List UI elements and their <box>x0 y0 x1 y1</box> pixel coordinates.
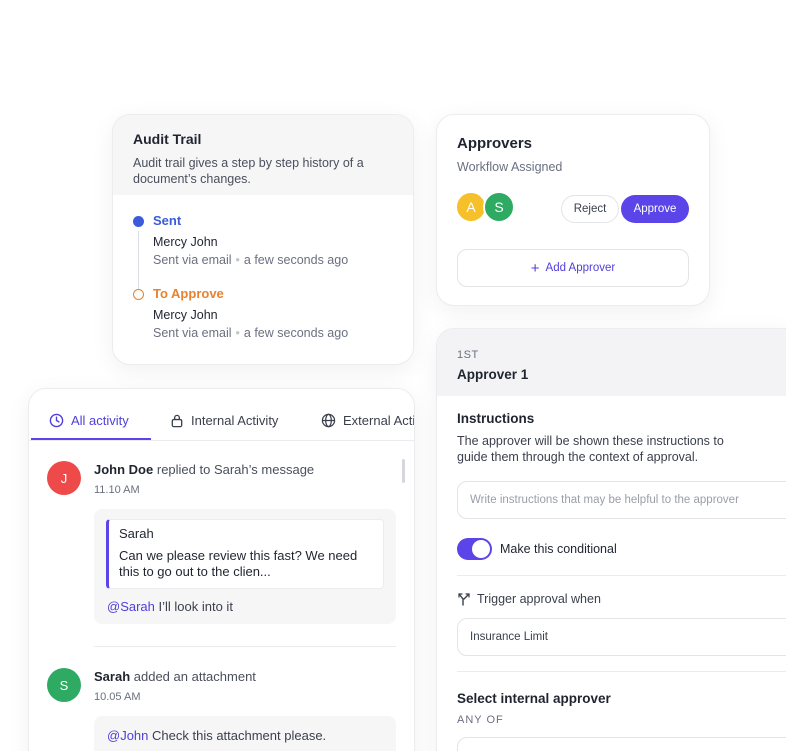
tab-external-activity[interactable]: External Acti <box>321 413 415 428</box>
dot-separator-icon: • <box>235 326 240 340</box>
audit-trail-description: Audit trail gives a step by step history… <box>133 156 364 186</box>
approve-button[interactable]: Approve <box>621 195 689 223</box>
plus-icon: + <box>530 259 540 277</box>
reply-box: Sarah Can we please review this fast? We… <box>94 509 396 624</box>
timeline-meta: Sent via email • a few seconds ago <box>153 253 348 267</box>
trigger-select[interactable]: Insurance Limit <box>457 618 786 656</box>
conditional-toggle[interactable] <box>457 538 492 560</box>
attachment-text: Check this attachment please. <box>152 728 327 743</box>
attachment-message: @John Check this attachment please. <box>107 728 326 743</box>
timeline-name: Mercy John <box>153 235 218 249</box>
active-tab-indicator <box>31 438 151 440</box>
mention-link[interactable]: @John <box>107 728 148 743</box>
avatar: S <box>47 668 81 702</box>
activity-title: John Doe replied to Sarah’s message <box>94 462 314 477</box>
tab-label: External Acti <box>343 413 415 428</box>
add-approver-label: Add Approver <box>545 262 616 274</box>
activity-actor: Sarah <box>94 669 131 684</box>
quote-author: Sarah <box>119 526 154 541</box>
instructions-description: The approver will be shown these instruc… <box>457 434 724 464</box>
select-approver-title: Select internal approver <box>457 691 611 706</box>
approver-1-panel: 1ST Approver 1 Instructions The approver… <box>436 328 786 751</box>
instructions-input[interactable]: Write instructions that may be helpful t… <box>457 481 786 519</box>
attachment-message-box: @John Check this attachment please. <box>94 716 396 751</box>
audit-trail-title: Audit Trail <box>133 131 202 147</box>
approvers-subtitle: Workflow Assigned <box>457 160 563 174</box>
reply-text: I’ll look into it <box>158 599 233 614</box>
divider <box>457 671 786 672</box>
approver-title: Approver 1 <box>457 367 529 382</box>
any-of-label: ANY OF <box>457 714 504 726</box>
trigger-label: Trigger approval when <box>457 592 601 606</box>
approvers-card: Approvers Workflow Assigned A S Reject A… <box>436 114 710 306</box>
activity-title: Sarah added an attachment <box>94 669 256 684</box>
tab-internal-activity[interactable]: Internal Activity <box>170 413 278 428</box>
activity-tabs: All activity Internal Activity External … <box>29 389 414 441</box>
dot-separator-icon: • <box>235 253 240 267</box>
status-dot-icon <box>133 216 144 227</box>
quote-text: Can we please review this fast? We need … <box>119 548 358 579</box>
timeline-connector <box>138 231 139 289</box>
approvers-title: Approvers <box>457 135 533 152</box>
activity-card: All activity Internal Activity External … <box>28 388 415 751</box>
activity-time: 11.10 AM <box>94 484 140 496</box>
divider <box>94 646 396 647</box>
audit-trail-card: Audit Trail Audit trail gives a step by … <box>112 114 414 365</box>
approver-step: 1ST <box>457 349 479 361</box>
globe-icon <box>321 413 336 428</box>
tab-label: Internal Activity <box>191 413 279 428</box>
timeline-status: Sent <box>153 213 182 228</box>
avatar: J <box>47 461 81 495</box>
avatar[interactable]: S <box>483 191 515 223</box>
instructions-title: Instructions <box>457 411 535 426</box>
activity-action: replied to Sarah’s message <box>156 462 315 477</box>
timeline-status: To Approve <box>153 286 224 301</box>
approver-header: 1ST Approver 1 <box>437 329 786 396</box>
reject-button[interactable]: Reject <box>561 195 619 223</box>
toggle-knob <box>472 540 490 558</box>
add-approver-button[interactable]: + Add Approver <box>457 249 689 287</box>
lock-icon <box>171 414 183 428</box>
timeline-via: Sent via email <box>153 253 232 267</box>
tab-all-activity[interactable]: All activity <box>49 413 129 428</box>
clock-icon <box>49 413 64 428</box>
activity-time: 10.05 AM <box>94 691 141 703</box>
branch-icon <box>458 593 470 606</box>
timeline-time: a few seconds ago <box>243 253 349 267</box>
conditional-label: Make this conditional <box>500 542 617 556</box>
audit-trail-header: Audit Trail Audit trail gives a step by … <box>113 115 413 195</box>
activity-actor: John Doe <box>94 462 154 477</box>
timeline-meta: Sent via email • a few seconds ago <box>153 326 348 340</box>
approver-select[interactable] <box>457 737 786 751</box>
status-ring-icon <box>133 289 144 300</box>
timeline-time: a few seconds ago <box>243 326 349 340</box>
reply-message: @Sarah I’ll look into it <box>107 599 233 614</box>
trigger-label-text: Trigger approval when <box>477 592 601 606</box>
timeline-via: Sent via email <box>153 326 232 340</box>
timeline-name: Mercy John <box>153 308 218 322</box>
tab-label: All activity <box>71 413 129 428</box>
divider <box>457 575 786 576</box>
quoted-message: Sarah Can we please review this fast? We… <box>106 519 384 589</box>
scrollbar[interactable] <box>402 459 405 483</box>
mention-link[interactable]: @Sarah <box>107 599 155 614</box>
activity-action: added an attachment <box>133 669 256 684</box>
